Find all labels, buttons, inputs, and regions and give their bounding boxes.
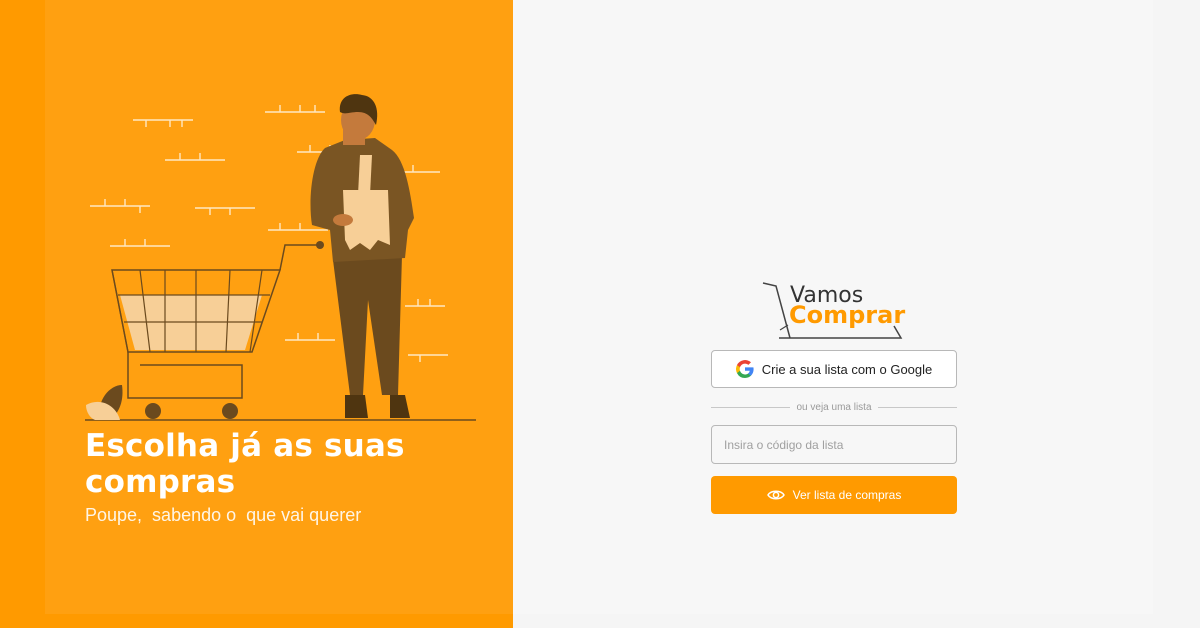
divider-line-left bbox=[711, 406, 791, 408]
eye-icon bbox=[766, 490, 785, 500]
google-signup-label: Crie a sua lista com o Google bbox=[761, 361, 933, 377]
hero-subline: Poupe, sabendo o que vai querer bbox=[85, 505, 362, 525]
view-list-button[interactable]: Ver lista de compras bbox=[711, 476, 957, 514]
leaf-decoration bbox=[86, 385, 123, 420]
view-list-label: Ver lista de compras bbox=[792, 488, 902, 502]
google-icon bbox=[735, 360, 754, 378]
divider-line-right bbox=[877, 406, 958, 408]
google-signup-button[interactable]: Crie a sua lista com o Google bbox=[711, 350, 957, 388]
divider-text: ou veja uma lista bbox=[796, 401, 872, 413]
cart-illustration bbox=[111, 241, 324, 419]
logo-text-comprar: Comprar bbox=[789, 301, 906, 329]
person-illustration bbox=[310, 94, 414, 418]
list-code-input[interactable] bbox=[711, 425, 957, 464]
hero-panel: Escolha já as suas compras Poupe, sabend… bbox=[0, 0, 513, 628]
or-divider: ou veja uma lista bbox=[711, 399, 958, 415]
hero-headline: Escolha já as suas compras bbox=[85, 428, 405, 500]
shopping-illustration bbox=[85, 94, 476, 421]
